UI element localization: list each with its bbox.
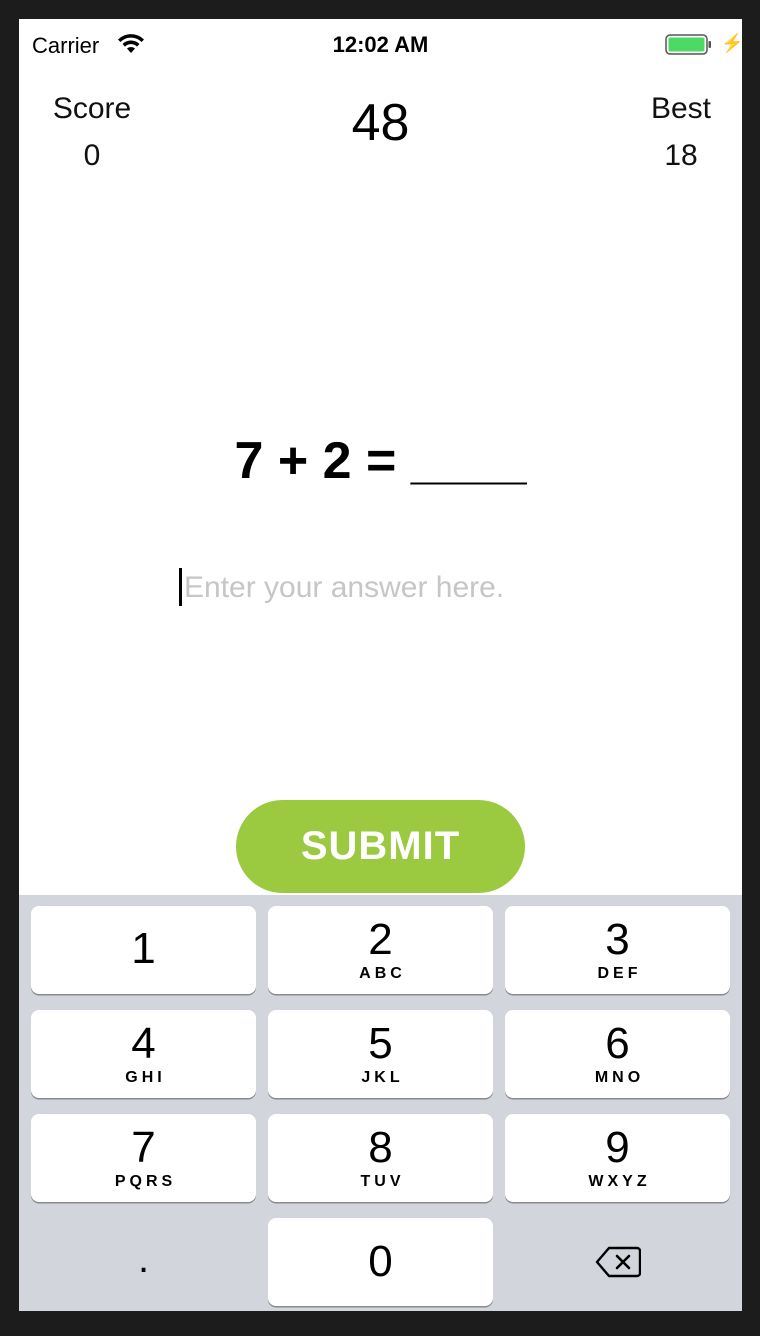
backspace-icon	[595, 1246, 641, 1278]
key-5[interactable]: 5 JKL	[268, 1010, 493, 1098]
key-letters: JKL	[361, 1069, 404, 1086]
key-9[interactable]: 9 WXYZ	[505, 1114, 730, 1202]
key-digit: 4	[131, 1019, 156, 1068]
key-letters: MNO	[594, 1069, 645, 1086]
numeric-keypad: 1 2 ABC 3 DEF 4 GHI 5 JKL 6 MNO 7 PQRS 8	[19, 895, 742, 1311]
key-letters: ABC	[359, 965, 406, 982]
key-letters: GHI	[125, 1069, 166, 1086]
answer-input[interactable]	[178, 566, 604, 610]
key-decimal[interactable]: .	[31, 1218, 256, 1306]
text-cursor	[179, 568, 182, 606]
key-2[interactable]: 2 ABC	[268, 906, 493, 994]
key-8[interactable]: 8 TUV	[268, 1114, 493, 1202]
key-digit: 6	[605, 1019, 630, 1068]
key-digit: 5	[368, 1019, 393, 1068]
key-digit: 0	[368, 1237, 393, 1286]
key-letters: PQRS	[114, 1173, 177, 1190]
key-digit: 2	[368, 915, 393, 964]
key-7[interactable]: 7 PQRS	[31, 1114, 256, 1202]
decimal-point: .	[137, 1236, 150, 1281]
key-3[interactable]: 3 DEF	[505, 906, 730, 994]
best-value: 18	[664, 139, 698, 172]
key-6[interactable]: 6 MNO	[505, 1010, 730, 1098]
key-4[interactable]: 4 GHI	[31, 1010, 256, 1098]
key-digit: 1	[131, 924, 156, 973]
key-digit: 7	[131, 1123, 156, 1172]
key-digit: 8	[368, 1123, 393, 1172]
key-digit: 9	[605, 1123, 630, 1172]
key-0[interactable]: 0	[268, 1218, 493, 1306]
key-1[interactable]: 1	[31, 906, 256, 994]
status-time: 12:02 AM	[332, 32, 429, 57]
math-question: 7 + 2 = ____	[234, 432, 527, 490]
key-letters: TUV	[360, 1173, 405, 1190]
app-screen: Carrier 12:02 AM ⚡ Score 0 48 Best 18 7 …	[19, 19, 742, 1311]
key-digit: 3	[605, 915, 630, 964]
key-letters: DEF	[597, 965, 642, 982]
key-letters: WXYZ	[588, 1173, 651, 1190]
charging-icon: ⚡	[721, 33, 742, 53]
key-delete[interactable]	[505, 1218, 730, 1306]
best-label: Best	[650, 92, 712, 125]
submit-button[interactable]: SUBMIT	[236, 800, 525, 893]
status-bar: Carrier 12:02 AM ⚡	[19, 19, 742, 71]
battery-icon	[665, 34, 711, 55]
